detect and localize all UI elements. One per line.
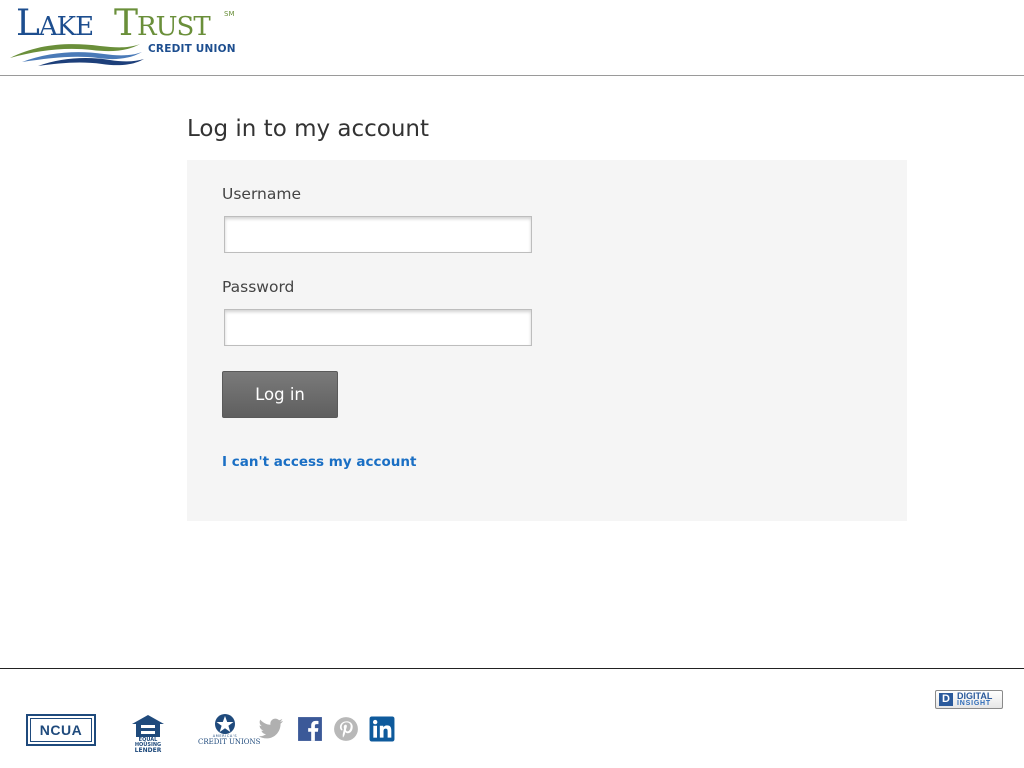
equal-housing-lender-badge[interactable]: EQUAL HOUSING LENDER [130,713,166,754]
acu-name-text: CREDIT UNIONS [198,738,261,746]
username-label: Username [222,185,302,203]
equal-housing-text: EQUAL HOUSING LENDER [134,737,162,754]
password-input[interactable] [224,309,532,346]
linkedin-icon[interactable] [369,716,395,742]
logo-credit-union-text: CREDIT UNION [148,43,236,55]
cant-access-account-link[interactable]: I can't access my account [222,454,416,470]
digital-insight-logo-mark: D [939,693,953,706]
pinterest-icon[interactable] [333,716,359,742]
page-title: Log in to my account [187,116,430,142]
americas-credit-unions-badge[interactable]: AMERICA'S CREDIT UNIONS [198,713,261,747]
acu-star-icon [215,714,235,734]
password-label: Password [222,278,295,296]
logo-service-mark: SM [224,10,235,18]
header: LAKE TRUST SM CREDIT UNION [0,0,1024,76]
logo-waves-icon [10,44,144,66]
ncua-badge[interactable]: NCUA [26,714,96,746]
equal-housing-house-icon [132,715,164,737]
twitter-icon[interactable] [258,716,284,742]
ncua-label: NCUA [30,718,92,742]
lake-trust-logo[interactable]: LAKE TRUST SM CREDIT UNION [8,6,240,68]
footer-divider [0,668,1024,669]
facebook-icon[interactable] [297,716,323,742]
login-panel: Username Password Log in I can't access … [187,160,907,521]
username-input[interactable] [224,216,532,253]
digital-insight-badge[interactable]: D DIGITAL INSIGHT [935,690,1003,709]
digital-insight-text: DIGITAL INSIGHT [957,691,993,708]
login-button[interactable]: Log in [222,371,338,418]
